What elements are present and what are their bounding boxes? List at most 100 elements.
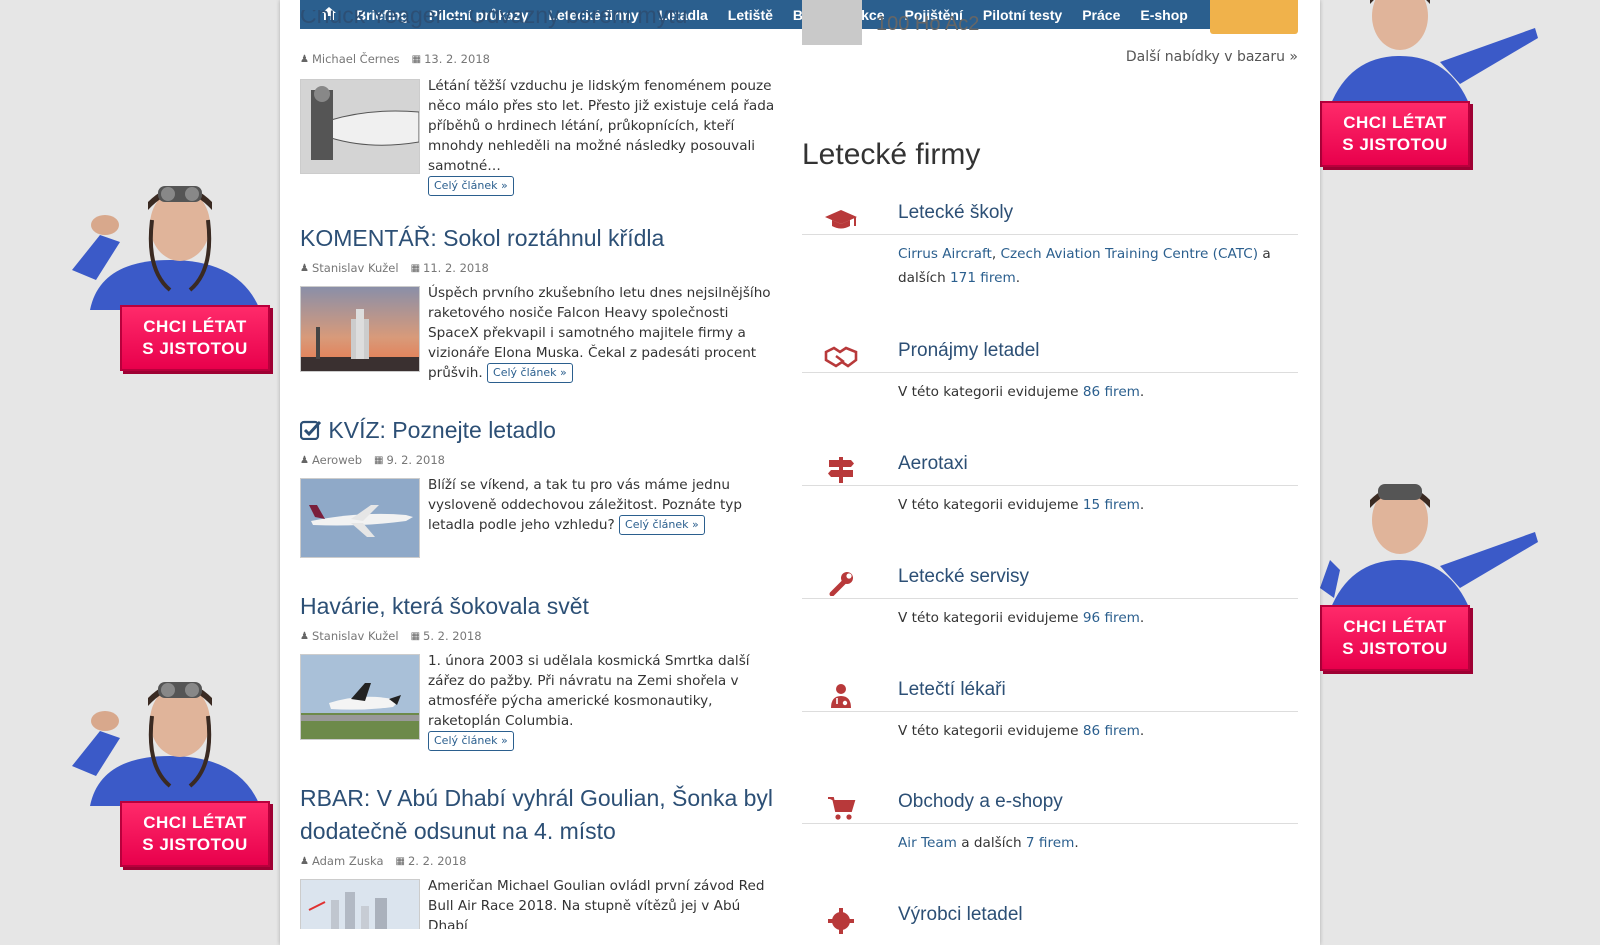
ad-salute-bottom-left[interactable]: CHCI LÉTAT S JISTOTOU (60, 676, 280, 876)
pilot-salute-image (72, 682, 260, 806)
read-more-button[interactable]: Celý článek » (428, 176, 514, 196)
article-excerpt: Létání těžší vzduchu je lidským fenoméne… (428, 76, 782, 196)
page-container: Briefing Pilotní průkazy Letecké firmy L… (280, 0, 1320, 945)
nav-airports[interactable]: Letiště (728, 7, 773, 23)
firm-count-link[interactable]: 7 firem (1026, 835, 1074, 851)
check-square-icon (299, 416, 322, 441)
bazar-item-button[interactable] (1210, 0, 1298, 34)
divider (802, 598, 1298, 599)
firms-section-title: Letecké firmy (802, 138, 981, 171)
article-author: Stanislav Kužel (311, 629, 399, 643)
ad-cta-button[interactable]: CHCI LÉTAT S JISTOTOU (1320, 605, 1470, 671)
read-more-button[interactable]: Celý článek » (619, 515, 705, 535)
article-body: Létání těžší vzduchu je lidským fenoméne… (300, 78, 782, 196)
firm-count-link[interactable]: 15 firem (1083, 497, 1140, 513)
article-title[interactable]: KOMENTÁŘ: Sokol roztáhnul křídla (300, 222, 782, 255)
article-thumbnail[interactable] (300, 79, 420, 174)
ad-cta-button[interactable]: CHCI LÉTAT S JISTOTOU (120, 801, 270, 867)
article-thumbnail[interactable] (300, 478, 420, 558)
category-description: Air Team a dalších 7 firem. (898, 835, 1079, 851)
calendar-icon: ▦ (410, 630, 421, 642)
read-more-button[interactable]: Celý článek » (428, 731, 514, 751)
ad-arms-middle-right[interactable]: CHCI LÉTAT S JISTOTOU (1320, 480, 1540, 680)
firm-count-link[interactable]: 86 firem (1083, 384, 1140, 400)
article-body: Úspěch prvního zkušebního letu dnes nejs… (300, 285, 782, 383)
article-excerpt: Američan Michael Goulian ovládl první zá… (428, 879, 765, 929)
ad-line-2: S JISTOTOU (1342, 135, 1448, 154)
category-name[interactable]: Obchody a e-shopy (898, 791, 1063, 813)
article-thumbnail[interactable] (300, 654, 420, 740)
ad-line-2: S JISTOTOU (142, 339, 248, 358)
bazar-item-title[interactable]: 100 Ho Ac2 (876, 0, 979, 33)
divider (802, 372, 1298, 373)
firm-link[interactable]: Czech Aviation Training Centre (CATC) (1001, 246, 1259, 262)
article-author: Stanislav Kužel (311, 261, 399, 275)
category-description: V této kategorii evidujeme 86 firem. (898, 384, 1145, 400)
firm-count-link[interactable]: 96 firem (1083, 610, 1140, 626)
firm-link[interactable]: Cirrus Aircraft (898, 246, 992, 262)
firm-link[interactable]: Air Team (898, 835, 957, 851)
user-icon: ♟ (300, 454, 309, 466)
divider (802, 823, 1298, 824)
article-body: Blíží se víkend, a tak tu pro vás máme j… (300, 477, 782, 558)
user-icon: ♟ (300, 53, 309, 65)
gear-icon (828, 908, 854, 934)
ad-arms-top-right[interactable]: CHCI LÉTAT S JISTOTOU (1320, 0, 1540, 176)
article-excerpt: Úspěch prvního zkušebního letu dnes nejs… (428, 285, 771, 383)
doctor-icon (831, 684, 851, 708)
ad-line-2: S JISTOTOU (142, 835, 248, 854)
ad-line-2: S JISTOTOU (1342, 639, 1448, 658)
calendar-icon: ▦ (374, 454, 384, 466)
article-item: KOMENTÁŘ: Sokol roztáhnul křídla ♟ Stani… (300, 222, 782, 383)
article-date: 2. 2. 2018 (407, 854, 467, 868)
article-author: Michael Černes (311, 52, 400, 66)
divider (802, 485, 1298, 486)
category-name[interactable]: Pronájmy letadel (898, 340, 1040, 362)
ad-line-1: CHCI LÉTAT (143, 813, 247, 832)
article-title[interactable]: KVÍZ: Poznejte letadlo (299, 414, 782, 447)
article-item: KVÍZ: Poznejte letadlo ♟ Aeroweb ▦ 9. 2.… (299, 414, 782, 558)
article-body: 1. února 2003 si udělala kosmická Smrtka… (300, 653, 782, 751)
category-name[interactable]: Výrobci letadel (898, 904, 1023, 926)
firm-count-link[interactable]: 171 firem (950, 270, 1016, 286)
article-title[interactable]: Havárie, která šokovala svět (300, 590, 782, 623)
article-date: 11. 2. 2018 (423, 261, 489, 275)
signpost-icon (828, 457, 854, 483)
handshake-icon (824, 346, 858, 368)
category-name[interactable]: Letecké školy (898, 202, 1013, 224)
wrench-icon (829, 572, 853, 596)
article-title[interactable]: RBAR: V Abú Dhabí vyhrál Goulian, Šonka … (300, 782, 782, 848)
firm-count-link[interactable]: 86 firem (1083, 723, 1140, 739)
ad-line-1: CHCI LÉTAT (1343, 113, 1447, 132)
ad-line-1: CHCI LÉTAT (143, 317, 247, 336)
article-meta: ♟ Adam Zuska ▦ 2. 2. 2018 (300, 853, 782, 869)
article-excerpt: Blíží se víkend, a tak tu pro vás máme j… (428, 477, 742, 535)
article-excerpt: 1. února 2003 si udělala kosmická Smrtka… (428, 651, 782, 751)
article-date: 5. 2. 2018 (423, 629, 482, 643)
article-item: Havárie, která šokovala svět ♟ Stanislav… (300, 590, 782, 751)
category-name[interactable]: Letecké servisy (898, 566, 1029, 588)
category-name[interactable]: Aerotaxi (898, 453, 968, 475)
article-item: RBAR: V Abú Dhabí vyhrál Goulian, Šonka … (300, 782, 782, 929)
calendar-icon: ▦ (395, 855, 405, 867)
read-more-button[interactable]: Celý článek » (487, 363, 573, 383)
article-author: Adam Zuska (311, 854, 384, 868)
ad-cta-button[interactable]: CHCI LÉTAT S JISTOTOU (1320, 101, 1470, 167)
ad-salute-top-left[interactable]: CHCI LÉTAT S JISTOTOU (60, 180, 280, 380)
article-author: Aeroweb (311, 453, 363, 467)
ad-cta-button[interactable]: CHCI LÉTAT S JISTOTOU (120, 305, 270, 371)
category-name[interactable]: Letečtí lékaři (898, 679, 1006, 701)
article-title[interactable]: Chuck Yeager – Odvážný boření mýtu (300, 10, 687, 32)
bazar-item-thumbnail[interactable] (802, 0, 862, 45)
bazar-more-link[interactable]: Další nabídky v bazaru » (1120, 49, 1298, 65)
article-date: 13. 2. 2018 (424, 52, 490, 66)
pilot-arms-open-image (1320, 484, 1538, 610)
user-icon: ♟ (300, 262, 309, 274)
article-meta: ♟ Stanislav Kužel ▦ 11. 2. 2018 (300, 260, 782, 276)
pilot-arms-open-image (1330, 0, 1538, 106)
article-thumbnail[interactable] (300, 286, 420, 372)
nav-jobs[interactable]: Práce (1082, 7, 1120, 23)
nav-pilot-tests[interactable]: Pilotní testy (983, 7, 1062, 23)
nav-eshop[interactable]: E-shop (1140, 7, 1187, 23)
article-thumbnail[interactable] (300, 879, 420, 929)
